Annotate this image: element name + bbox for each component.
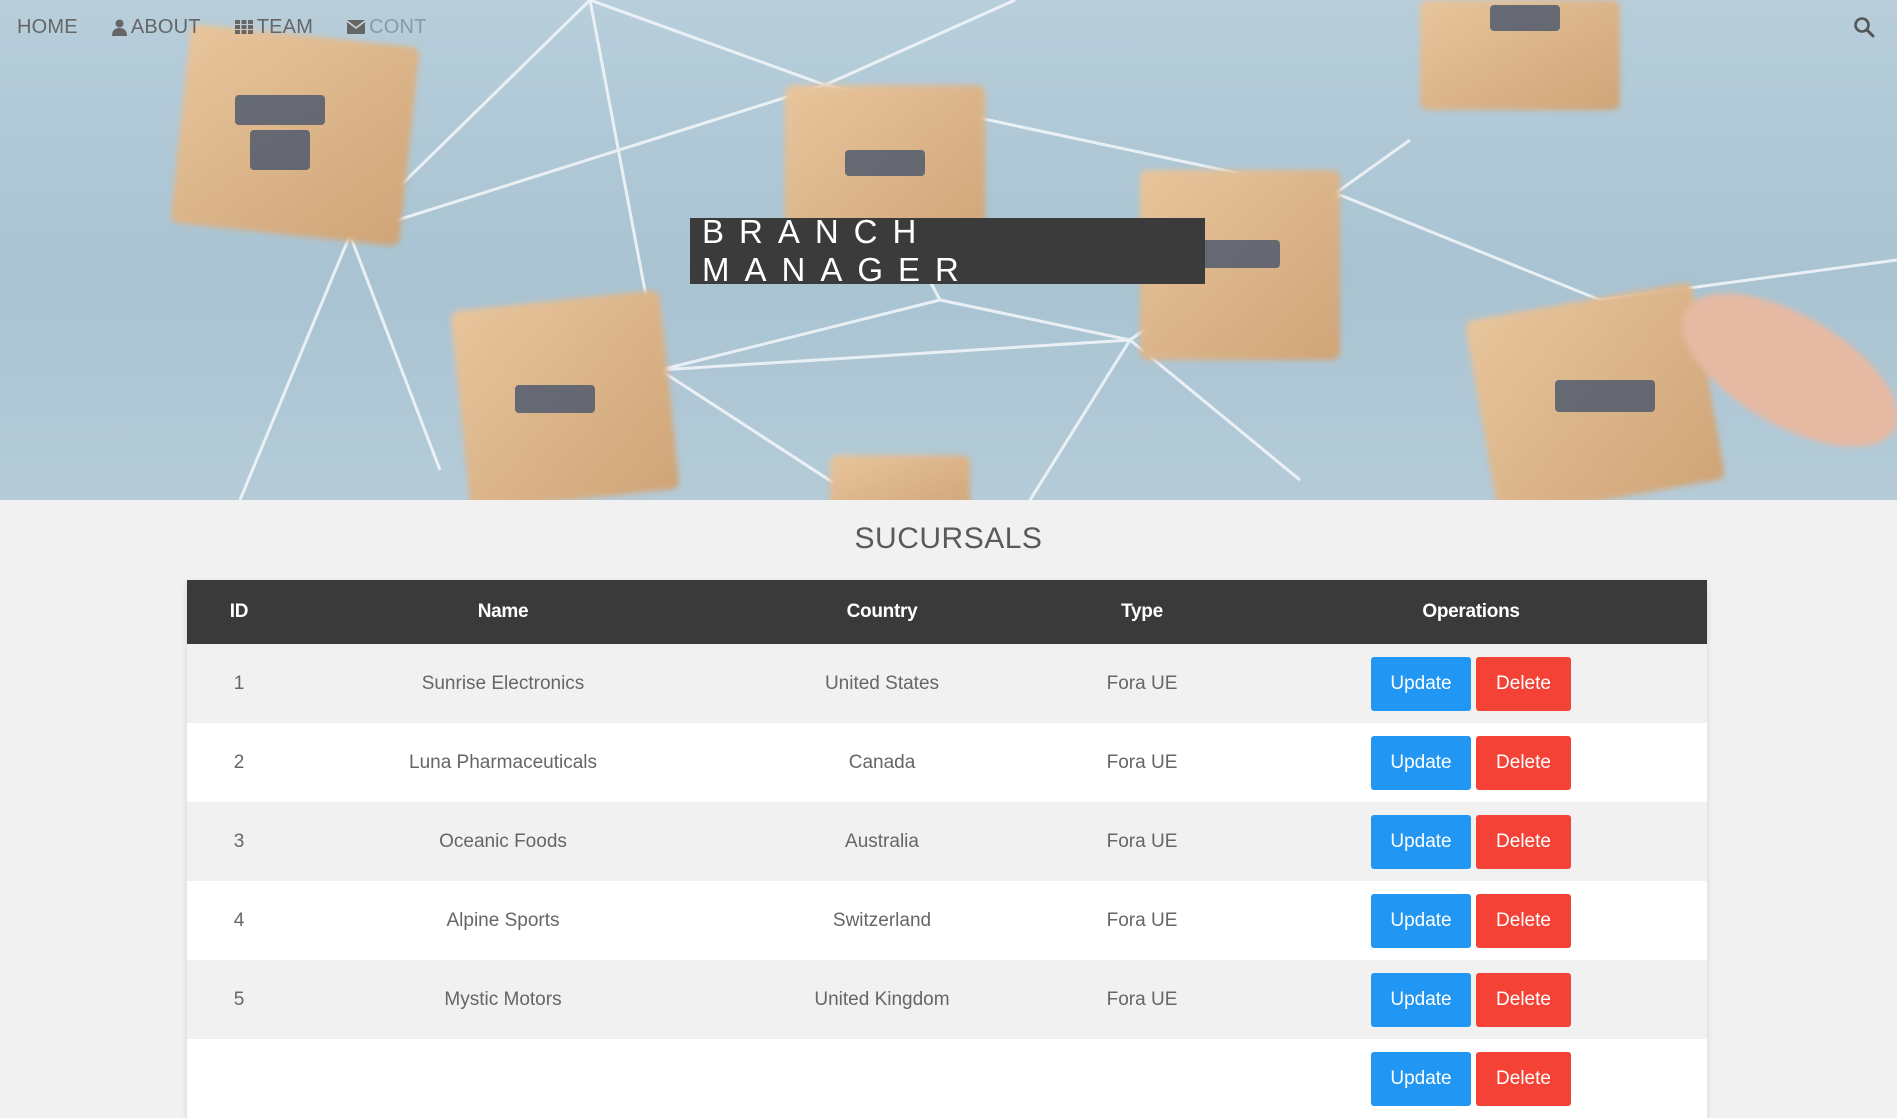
top-navbar: HOME ABOUT TEAM CONT	[0, 0, 1897, 54]
cell-name: Oceanic Foods	[439, 830, 567, 852]
cell-type	[1049, 1039, 1235, 1118]
nav-team[interactable]: TEAM	[218, 0, 330, 54]
cell-type: Fora UE	[1106, 830, 1178, 852]
header-operations: Operations	[1422, 601, 1520, 622]
cell-name: Mystic Motors	[444, 988, 562, 1010]
update-button[interactable]: Update	[1371, 814, 1471, 869]
table-row: 4 Alpine Sports Switzerland Fora UE Upda…	[187, 881, 1707, 960]
cell-id: 3	[233, 830, 245, 852]
hero-title-box: BRANCH MANAGER	[690, 213, 1205, 288]
cell-operations: Update Delete	[1235, 644, 1707, 723]
cell-country: Switzerland	[832, 909, 932, 931]
cell-id: 2	[233, 751, 245, 773]
delete-button[interactable]: Delete	[1476, 656, 1571, 711]
cell-operations: Update Delete	[1235, 1039, 1707, 1118]
cell-operations: Update Delete	[1235, 881, 1707, 960]
update-button[interactable]: Update	[1371, 893, 1471, 948]
header-type: Type	[1121, 601, 1163, 622]
cell-country	[715, 1039, 1049, 1118]
cell-country: United Kingdom	[814, 988, 950, 1010]
nav-contact[interactable]: CONT	[330, 0, 443, 54]
hero-banner: HOME ABOUT TEAM CONT BRANCH MANAGER	[0, 0, 1897, 500]
cell-type: Fora UE	[1106, 751, 1178, 773]
branches-table: ID Name Country Type Operations 1 Sunris…	[187, 580, 1707, 1118]
table-row: 1 Sunrise Electronics United States Fora…	[187, 644, 1707, 723]
table-body: 1 Sunrise Electronics United States Fora…	[187, 644, 1707, 1118]
cell-type: Fora UE	[1106, 988, 1178, 1010]
table-header: ID Name Country Type Operations	[187, 580, 1707, 644]
delete-button[interactable]: Delete	[1476, 893, 1571, 948]
nav-home-label: HOME	[17, 15, 78, 38]
table-row: 5 Mystic Motors United Kingdom Fora UE U…	[187, 960, 1707, 1039]
cell-country: Canada	[848, 751, 916, 773]
hero-title: BRANCH MANAGER	[702, 213, 974, 288]
section-title: SUCURSALS	[854, 522, 1043, 555]
envelope-icon	[347, 20, 366, 34]
header-name: Name	[477, 601, 529, 622]
branches-table-wrapper: ID Name Country Type Operations 1 Sunris…	[187, 580, 1707, 1118]
nav-contact-label: CONT	[369, 15, 427, 38]
table-row: 2 Luna Pharmaceuticals Canada Fora UE Up…	[187, 723, 1707, 802]
user-icon	[111, 19, 127, 36]
nav-home[interactable]: HOME	[0, 0, 95, 54]
cell-name: Luna Pharmaceuticals	[409, 751, 597, 773]
cell-id: 5	[233, 988, 245, 1010]
table-row: Update Delete	[187, 1039, 1707, 1118]
cell-type: Fora UE	[1106, 909, 1178, 931]
cell-name: Sunrise Electronics	[421, 672, 585, 694]
header-id: ID	[229, 601, 249, 622]
cell-country: Australia	[845, 830, 919, 852]
cell-id: 1	[233, 672, 245, 694]
cell-id	[187, 1039, 291, 1118]
cell-operations: Update Delete	[1235, 723, 1707, 802]
delete-button[interactable]: Delete	[1476, 1051, 1571, 1106]
delete-button[interactable]: Delete	[1476, 972, 1571, 1027]
cell-country: United States	[824, 672, 940, 694]
cell-id: 4	[233, 909, 245, 931]
nav-about-label: ABOUT	[130, 15, 201, 38]
grid-icon	[234, 20, 253, 34]
delete-button[interactable]: Delete	[1476, 814, 1571, 869]
cell-operations: Update Delete	[1235, 960, 1707, 1039]
cell-name: Alpine Sports	[446, 909, 560, 931]
update-button[interactable]: Update	[1371, 735, 1471, 790]
update-button[interactable]: Update	[1371, 1051, 1471, 1106]
cell-type: Fora UE	[1106, 672, 1178, 694]
nav-about[interactable]: ABOUT	[95, 0, 218, 54]
cell-operations: Update Delete	[1235, 802, 1707, 881]
cell-name	[291, 1039, 715, 1118]
nav-team-label: TEAM	[256, 15, 314, 38]
update-button[interactable]: Update	[1371, 656, 1471, 711]
header-country: Country	[846, 601, 918, 622]
update-button[interactable]: Update	[1371, 972, 1471, 1027]
table-header-row: ID Name Country Type Operations	[187, 580, 1707, 644]
table-row: 3 Oceanic Foods Australia Fora UE Update…	[187, 802, 1707, 881]
delete-button[interactable]: Delete	[1476, 735, 1571, 790]
search-icon[interactable]	[1853, 16, 1875, 38]
